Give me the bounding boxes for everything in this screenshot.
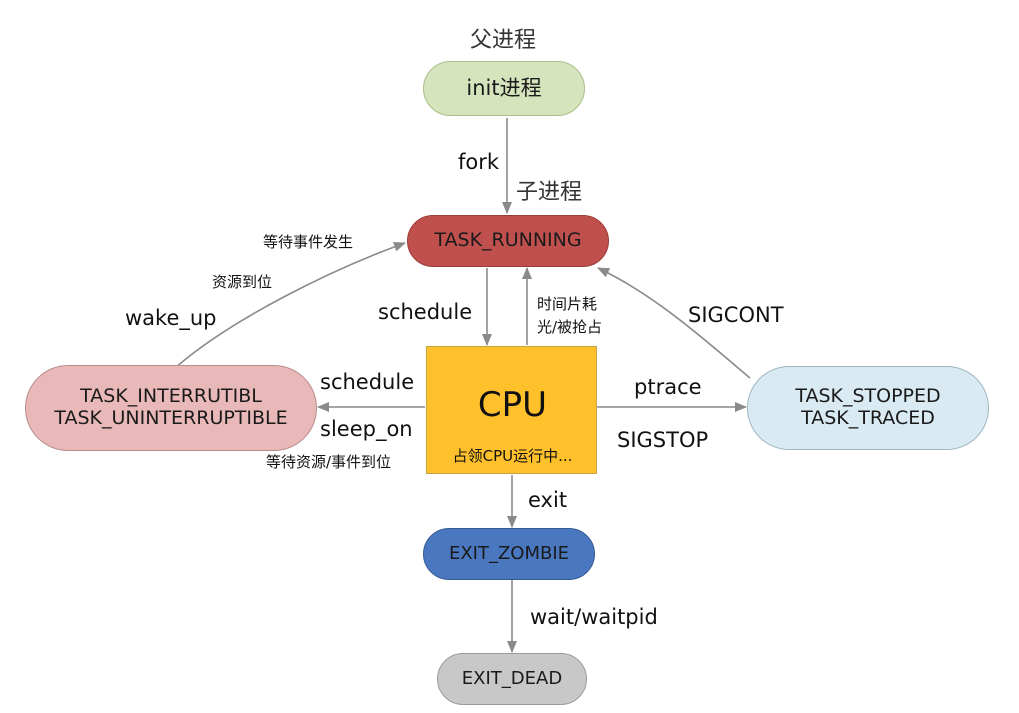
ptrace-label: ptrace [634,375,702,399]
parent-process-label: 父进程 [470,28,537,53]
timeslice-label-1: 时间片耗 [537,295,598,313]
task-uninterruptible-label: TASK_UNINTERRUPTIBLE [54,407,288,429]
cpu-title: CPU [477,385,548,425]
task-running-label: TASK_RUNNING [434,229,582,252]
exit-zombie-node: EXIT_ZOMBIE [423,528,595,580]
task-stopped-label: TASK_STOPPED [795,385,941,408]
cpu-box: CPU 占领CPU运行中... [426,346,597,474]
sleep-on-label: sleep_on [320,417,413,441]
wait-event-label: 等待事件发生 [263,233,354,251]
exit-label: exit [528,488,568,512]
task-interruptible-label: TASK_INTERRUTIBL [80,385,262,408]
wait-resource-label: 等待资源/事件到位 [266,453,392,471]
init-process-label: init进程 [466,76,542,101]
cpu-subtitle: 占领CPU运行中... [452,447,573,465]
schedule-down-label: schedule [378,300,473,324]
sigstop-label: SIGSTOP [617,428,709,452]
child-process-label: 子进程 [516,180,583,205]
schedule-left-label: schedule [320,370,415,394]
sigcont-label: SIGCONT [688,303,784,327]
exit-dead-label: EXIT_DEAD [461,667,563,689]
task-running-node: TASK_RUNNING [407,215,609,267]
task-traced-label: TASK_TRACED [801,407,935,429]
timeslice-label-2: 光/被抢占 [537,318,603,336]
exit-dead-node: EXIT_DEAD [437,653,587,705]
fork-label: fork [458,150,500,174]
task-stopped-node: TASK_STOPPED TASK_TRACED [747,366,989,450]
init-process-node: init进程 [423,61,585,116]
task-interruptible-node: TASK_INTERRUTIBL TASK_UNINTERRUPTIBLE [25,365,317,451]
wait-pid-label: wait/waitpid [530,605,658,629]
wake-up-label: wake_up [125,306,217,330]
exit-zombie-label: EXIT_ZOMBIE [448,542,570,564]
process-state-diagram: init进程 TASK_RUNNING CPU 占领CPU运行中... TASK… [0,0,1019,713]
resource-ready-label: 资源到位 [212,273,273,291]
